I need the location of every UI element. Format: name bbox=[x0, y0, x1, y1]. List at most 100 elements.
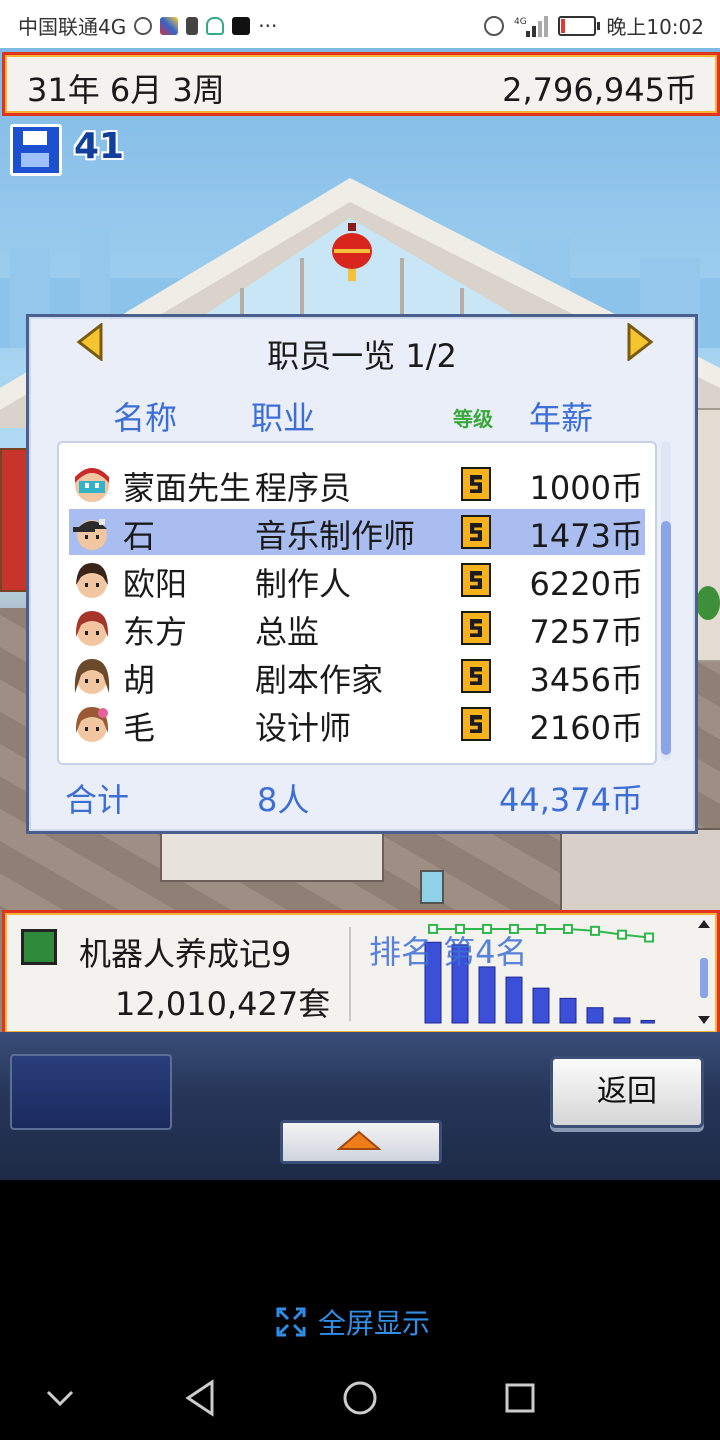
staff-job: 设计师 bbox=[255, 709, 352, 747]
col-level: 等级 bbox=[453, 407, 493, 431]
fullscreen-button[interactable]: 全屏显示 bbox=[276, 1302, 430, 1342]
copies-sold: 12,010,427套 bbox=[115, 985, 331, 1023]
level-badge bbox=[461, 563, 491, 597]
sales-trend-point bbox=[563, 923, 573, 934]
total-row: 合计 8人 44,374币 bbox=[29, 775, 695, 819]
more-notifications: ··· bbox=[258, 13, 278, 38]
staff-salary: 6220币 bbox=[529, 565, 643, 603]
sales-bar bbox=[532, 987, 550, 1024]
sales-bar bbox=[478, 966, 496, 1024]
carrier-label: 中国联通4G bbox=[18, 15, 127, 39]
col-salary: 年薪 bbox=[529, 399, 594, 437]
fullscreen-label: 全屏显示 bbox=[318, 1307, 431, 1340]
staff-list-panel: 职员一览 1/2 名称 职业 等级 年薪 蒙面先生 程序员 1000币 石 音乐… bbox=[26, 314, 698, 834]
save-disk-shutter bbox=[23, 131, 47, 145]
money-amount: 2,796,945币 bbox=[502, 71, 697, 109]
col-job: 职业 bbox=[251, 399, 316, 437]
total-label: 合计 bbox=[65, 781, 130, 819]
staff-salary: 1000币 bbox=[529, 469, 643, 507]
system-nav-bar bbox=[0, 1356, 720, 1440]
staff-salary: 7257币 bbox=[529, 613, 643, 651]
avatar-brown-hair bbox=[76, 563, 108, 598]
staff-name: 欧阳 bbox=[123, 565, 188, 603]
back-triangle-icon[interactable] bbox=[184, 1378, 216, 1418]
level-badge bbox=[461, 467, 491, 501]
list-item[interactable]: 毛 设计师 2160币 bbox=[69, 701, 645, 747]
list-item[interactable]: 胡 剧本作家 3456币 bbox=[69, 653, 645, 699]
tiktok-icon bbox=[232, 16, 251, 35]
arrow-up-icon bbox=[337, 1130, 381, 1150]
expand-menu-button[interactable] bbox=[280, 1120, 442, 1164]
save-disk-icon[interactable] bbox=[10, 124, 62, 176]
level-badge bbox=[461, 611, 491, 645]
save-count: 41 bbox=[74, 126, 125, 167]
svg-text:4G: 4G bbox=[514, 17, 527, 27]
battery-saver-icon bbox=[186, 16, 199, 35]
sales-trend-point bbox=[644, 932, 654, 943]
staff-name: 东方 bbox=[123, 613, 188, 651]
alarm-icon bbox=[484, 15, 505, 36]
staff-job: 音乐制作师 bbox=[255, 517, 416, 555]
recents-square-icon[interactable] bbox=[504, 1378, 536, 1418]
list-item-selected[interactable]: 石 音乐制作师 1473币 bbox=[69, 509, 645, 555]
staff-name: 毛 bbox=[123, 709, 156, 747]
scroll-down-icon[interactable] bbox=[698, 1016, 710, 1024]
level-badge bbox=[461, 515, 491, 549]
desk-area-right bbox=[560, 828, 720, 912]
col-name: 名称 bbox=[113, 399, 178, 437]
list-item[interactable]: 欧阳 制作人 6220币 bbox=[69, 557, 645, 603]
avatar-masked bbox=[75, 468, 109, 502]
battery-icon bbox=[558, 15, 601, 36]
staff-name: 蒙面先生 bbox=[123, 469, 252, 507]
sales-trend-point bbox=[590, 925, 600, 936]
sales-bar bbox=[640, 1019, 655, 1024]
list-item[interactable]: 东方 总监 7257币 bbox=[69, 605, 645, 651]
vase-decoration bbox=[420, 870, 444, 904]
menu-slot[interactable] bbox=[10, 1054, 172, 1130]
staff-job: 制作人 bbox=[255, 565, 352, 603]
plant-decoration bbox=[696, 586, 720, 620]
staff-salary: 2160币 bbox=[529, 709, 643, 747]
avatar-long-hair bbox=[74, 659, 110, 694]
avatar-red-hair bbox=[75, 611, 109, 646]
avatar-cap bbox=[73, 519, 107, 550]
back-button[interactable]: 返回 bbox=[550, 1056, 704, 1128]
sales-scroll-thumb[interactable] bbox=[700, 958, 708, 998]
save-disk-label bbox=[21, 153, 49, 167]
scroll-up-icon[interactable] bbox=[698, 920, 710, 928]
staff-list[interactable]: 蒙面先生 程序员 1000币 石 音乐制作师 1473币 欧阳 制作人 6220… bbox=[57, 441, 657, 765]
date-money-bar: 31年 6月 3周 2,796,945币 bbox=[2, 52, 720, 116]
sales-trend-point bbox=[617, 929, 627, 940]
sales-divider bbox=[349, 927, 351, 1021]
sales-trend-point bbox=[536, 923, 546, 934]
clock: 晚上10:02 bbox=[606, 15, 704, 39]
list-scrollbar-thumb[interactable] bbox=[661, 521, 671, 755]
staff-name: 石 bbox=[123, 517, 156, 555]
staff-job: 程序员 bbox=[255, 469, 352, 507]
list-item[interactable]: 蒙面先生 程序员 1000币 bbox=[69, 461, 645, 507]
sales-bar bbox=[586, 1007, 604, 1024]
total-salary: 44,374币 bbox=[499, 781, 643, 819]
headset-icon bbox=[206, 16, 225, 35]
staff-job: 总监 bbox=[255, 613, 320, 651]
home-circle-icon[interactable] bbox=[342, 1378, 378, 1418]
signal-4g-icon: 4G bbox=[514, 15, 549, 37]
rank-label: 排名 第4名 bbox=[369, 933, 528, 971]
level-badge bbox=[461, 659, 491, 693]
app-icon bbox=[160, 16, 179, 35]
timer-icon bbox=[134, 16, 153, 35]
sales-bar bbox=[559, 997, 577, 1024]
sales-scrollbar[interactable] bbox=[696, 918, 712, 1026]
staff-name: 胡 bbox=[123, 661, 156, 699]
fullscreen-icon bbox=[276, 1307, 306, 1337]
level-badge bbox=[461, 707, 491, 741]
chevron-down-icon[interactable] bbox=[46, 1378, 74, 1418]
staff-salary: 1473币 bbox=[529, 517, 643, 555]
column-headers: 名称 职业 等级 年薪 bbox=[29, 393, 695, 437]
sales-panel[interactable]: 机器人养成记9 12,010,427套 排名 第4名 bbox=[2, 910, 720, 1036]
sales-bar bbox=[505, 976, 523, 1024]
game-date: 31年 6月 3周 bbox=[27, 71, 225, 109]
status-bar: 中国联通4G ··· 4G 晚上10:02 bbox=[0, 0, 720, 48]
sales-bar bbox=[613, 1017, 631, 1024]
battery-level bbox=[561, 18, 566, 33]
